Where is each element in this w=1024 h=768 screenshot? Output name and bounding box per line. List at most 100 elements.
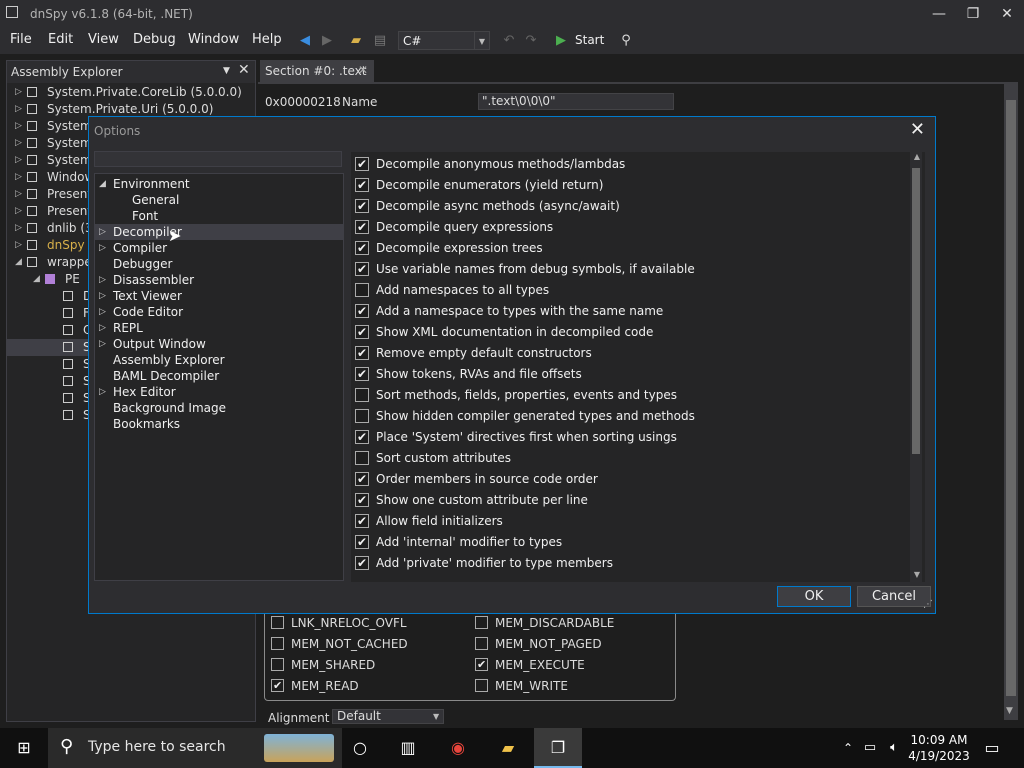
checkbox[interactable] (355, 259, 369, 279)
cortana-icon[interactable]: ○ (348, 736, 372, 760)
menu-file[interactable]: File (10, 32, 32, 47)
expand-arrow-icon[interactable]: ▷ (99, 288, 106, 304)
dnspy-taskbar-icon[interactable]: ❐ (534, 728, 582, 768)
undo-icon[interactable]: ↶ (500, 32, 518, 50)
system-clock[interactable]: 10:09 AM 4/19/2023 (908, 732, 970, 764)
language-select[interactable]: C# ▼ (398, 31, 490, 50)
dropdown-icon[interactable]: ▼ (223, 66, 230, 76)
options-tree-item[interactable]: Debugger (95, 256, 343, 272)
expand-arrow-icon[interactable]: ▷ (99, 384, 106, 400)
notifications-icon[interactable]: ▭ (980, 736, 1004, 760)
expand-arrow-icon[interactable]: ▷ (99, 240, 106, 256)
chevron-up-icon[interactable]: ⌃ (836, 736, 860, 760)
options-scrollbar-thumb[interactable] (912, 168, 920, 454)
checkbox[interactable] (355, 409, 369, 423)
windows-start-icon[interactable]: ⊞ (12, 736, 36, 760)
scroll-down-icon[interactable]: ▼ (1006, 706, 1013, 716)
options-tree-item[interactable]: Background Image (95, 400, 343, 416)
menu-window[interactable]: Window (188, 32, 239, 47)
expand-arrow-icon[interactable]: ▷ (15, 152, 22, 169)
options-tree-item[interactable]: ▷ Output Window (95, 336, 343, 352)
network-icon[interactable]: ▭ (858, 736, 882, 760)
expand-arrow-icon[interactable]: ◢ (15, 254, 22, 271)
expand-arrow-icon[interactable]: ◢ (99, 176, 106, 192)
checkbox[interactable] (355, 532, 369, 552)
checkbox[interactable] (355, 301, 369, 321)
menu-view[interactable]: View (88, 32, 119, 47)
file-explorer-icon[interactable]: ▰ (496, 736, 520, 760)
open-folder-icon[interactable]: ▰ (347, 32, 365, 50)
close-button[interactable]: ✕ (990, 0, 1024, 28)
volume-icon[interactable]: 🔈︎ (882, 736, 906, 760)
options-tree-item[interactable]: ▷ Hex Editor (95, 384, 343, 400)
start-button[interactable]: Start (575, 33, 604, 47)
checkbox[interactable] (355, 451, 369, 465)
scroll-up-icon[interactable]: ▲ (914, 152, 920, 161)
options-tree-item[interactable]: ◢ Environment (95, 176, 343, 192)
options-tree-item[interactable]: Assembly Explorer (95, 352, 343, 368)
expand-arrow-icon[interactable]: ◢ (33, 271, 40, 288)
search-icon[interactable]: ⚲ (617, 32, 635, 50)
start-icon[interactable]: ▶ (552, 32, 570, 50)
checkbox[interactable] (355, 343, 369, 363)
checkbox[interactable] (355, 553, 369, 573)
expand-arrow-icon[interactable]: ▷ (99, 272, 106, 288)
options-tree-item[interactable]: ▷ Text Viewer (95, 288, 343, 304)
expand-arrow-icon[interactable]: ▷ (15, 237, 22, 254)
checkbox[interactable] (355, 427, 369, 447)
open-list-icon[interactable]: ▤ (371, 32, 389, 50)
options-tree-item[interactable]: General (95, 192, 343, 208)
name-value-field[interactable]: ".text\0\0\0" (478, 93, 674, 110)
options-tree-item[interactable]: ▷ REPL (95, 320, 343, 336)
alignment-select[interactable]: Default ▼ (332, 709, 444, 724)
navigate-forward-icon[interactable]: ▶ (318, 32, 336, 50)
expand-arrow-icon[interactable]: ▷ (15, 135, 22, 152)
expand-arrow-icon[interactable]: ▷ (99, 224, 106, 240)
minimize-button[interactable]: — (922, 0, 956, 28)
checkbox[interactable] (355, 196, 369, 216)
checkbox[interactable] (475, 679, 488, 692)
options-tree-item[interactable]: ▷ Decompiler (95, 224, 343, 240)
checkbox[interactable] (355, 469, 369, 489)
expand-arrow-icon[interactable]: ▷ (99, 336, 106, 352)
options-tree-item[interactable]: BAML Decompiler (95, 368, 343, 384)
checkbox[interactable] (355, 364, 369, 384)
close-icon[interactable]: ✕ (910, 119, 925, 140)
expand-arrow-icon[interactable]: ▷ (15, 203, 22, 220)
checkbox[interactable] (475, 616, 488, 629)
menu-edit[interactable]: Edit (48, 32, 73, 47)
menu-help[interactable]: Help (252, 32, 282, 47)
chrome-icon[interactable]: ◉ (446, 736, 470, 760)
menu-debug[interactable]: Debug (133, 32, 176, 47)
checkbox[interactable] (271, 658, 284, 671)
maximize-button[interactable]: ❐ (956, 0, 990, 28)
task-view-icon[interactable]: ▥ (396, 736, 420, 760)
options-search-input[interactable] (94, 151, 342, 167)
taskbar-search[interactable]: ⚲ Type here to search (48, 728, 342, 768)
checkbox[interactable] (355, 511, 369, 531)
expand-arrow-icon[interactable]: ▷ (15, 118, 22, 135)
options-tree-item[interactable]: ▷ Disassembler (95, 272, 343, 288)
options-tree-item[interactable]: Font (95, 208, 343, 224)
checkbox[interactable] (355, 322, 369, 342)
expand-arrow-icon[interactable]: ▷ (15, 169, 22, 186)
checkbox[interactable] (355, 283, 369, 297)
navigate-back-icon[interactable]: ◀ (296, 32, 314, 50)
close-icon[interactable]: ✕ (238, 62, 250, 78)
checkbox[interactable] (475, 656, 488, 674)
checkbox[interactable] (271, 637, 284, 650)
expand-arrow-icon[interactable]: ▷ (15, 84, 22, 101)
checkbox[interactable] (355, 154, 369, 174)
checkbox[interactable] (271, 616, 284, 629)
tree-item[interactable]: ▷ System.Private.CoreLib (5.0.0.0) (7, 84, 255, 101)
options-tree-item[interactable]: ▷ Compiler (95, 240, 343, 256)
expand-arrow-icon[interactable]: ▷ (99, 304, 106, 320)
scroll-down-icon[interactable]: ▼ (914, 570, 920, 579)
checkbox[interactable] (355, 175, 369, 195)
checkbox[interactable] (355, 238, 369, 258)
redo-icon[interactable]: ↷ (522, 32, 540, 50)
document-scrollbar-thumb[interactable] (1006, 100, 1016, 696)
checkbox[interactable] (271, 677, 284, 695)
close-icon[interactable]: ✕ (358, 63, 368, 77)
resize-grip-icon[interactable]: ⋰ (923, 599, 933, 610)
